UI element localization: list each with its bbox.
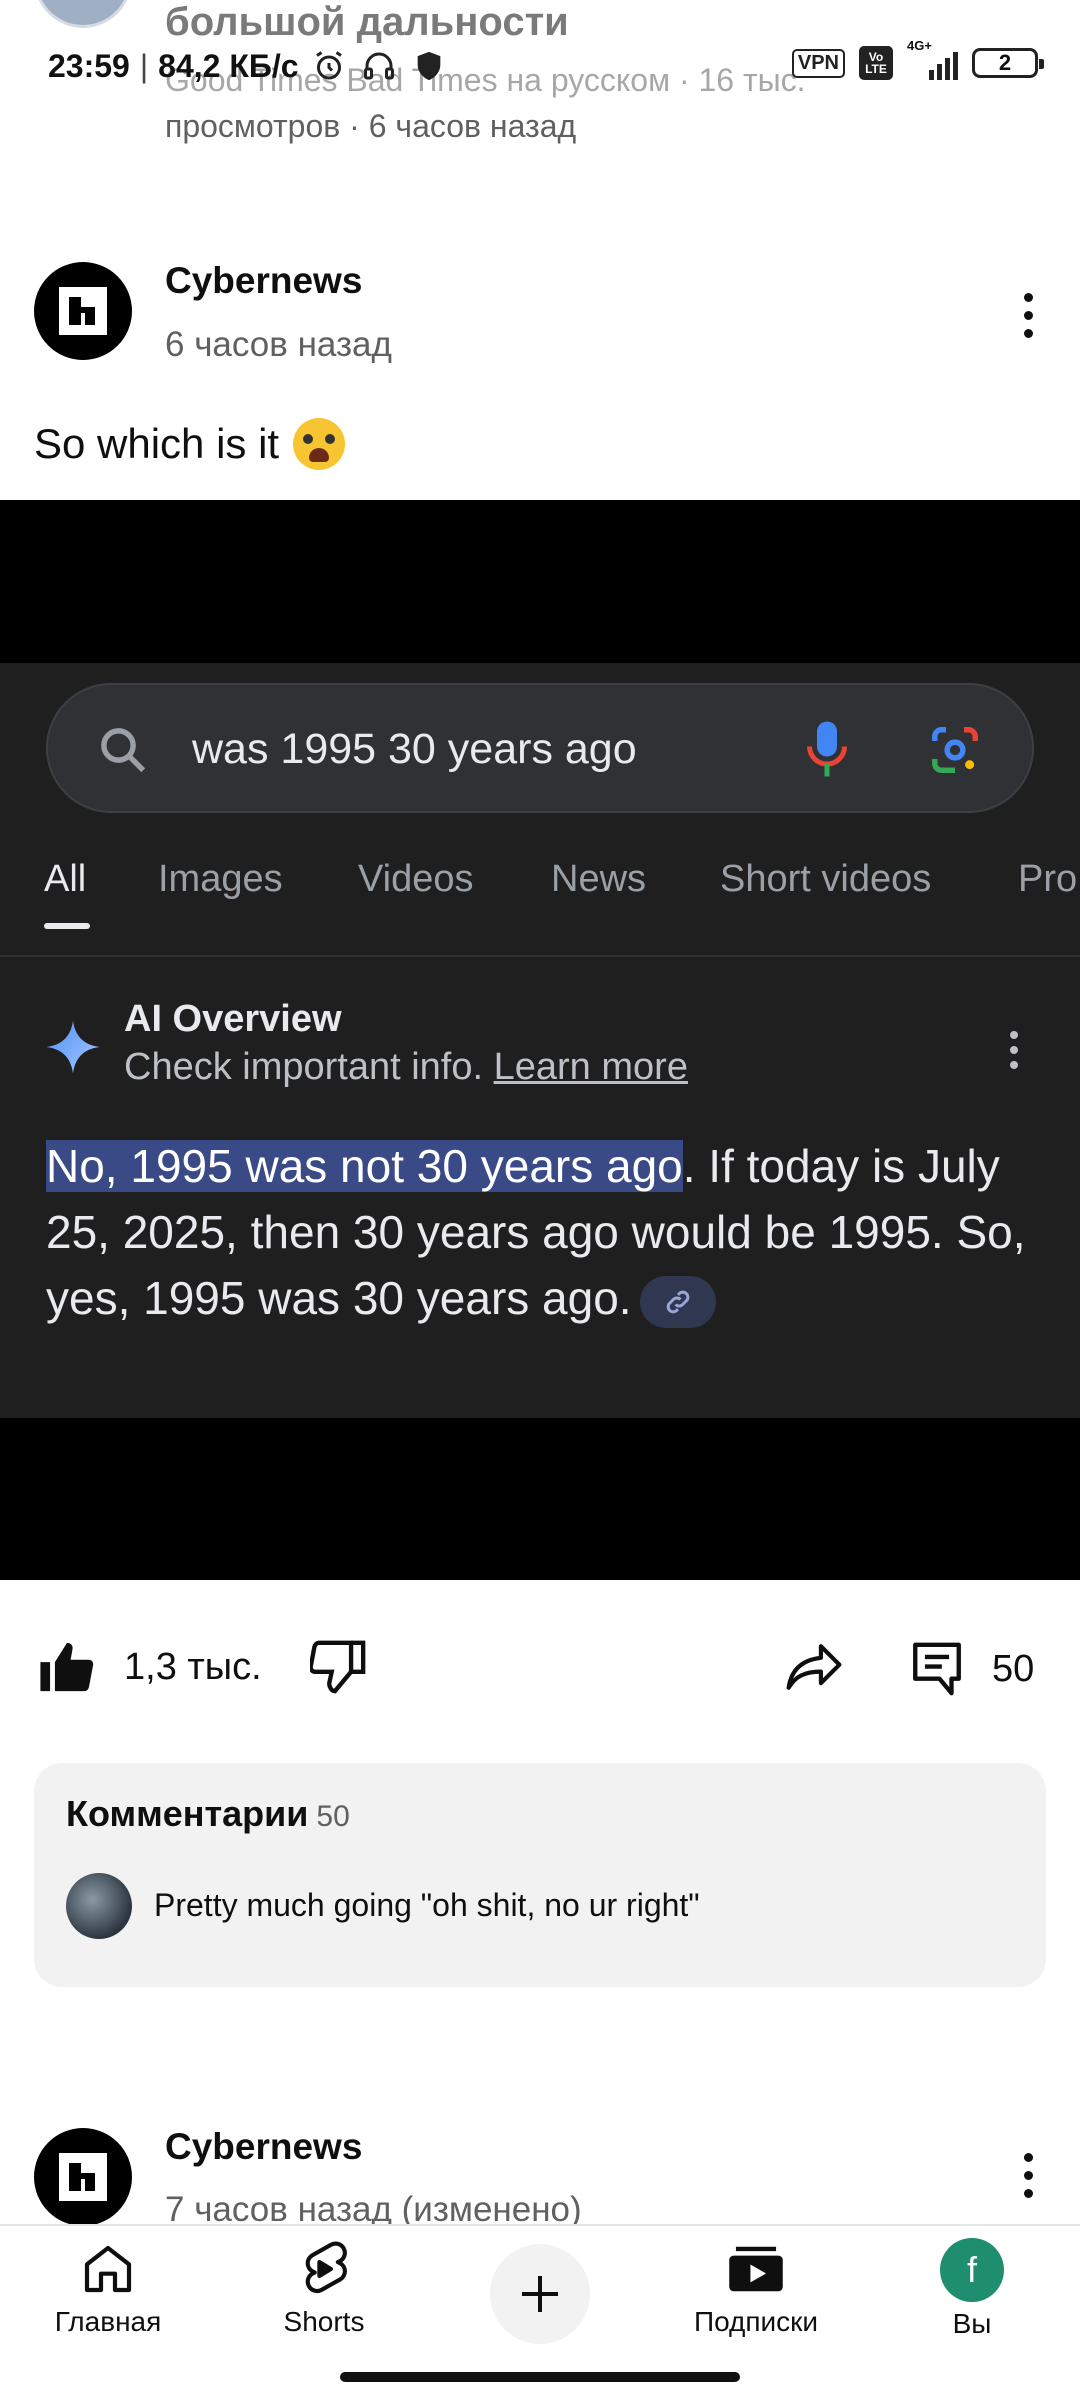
next-post-channel-name[interactable]: Cybernews [165,2126,362,2168]
nav-you-label: Вы [952,2308,992,2339]
comments-title-text: Комментарии [66,1793,309,1834]
shorts-icon [293,2238,355,2300]
post-text: So which is it [34,418,346,470]
next-post-channel-avatar[interactable] [34,2128,132,2226]
previous-post-title[interactable]: большой дальности [165,0,569,45]
microphone-icon [807,721,847,777]
tab-videos: Videos [358,858,474,900]
post-header: Cybernews 6 часов назад [0,240,1080,380]
shield-icon [409,46,449,86]
ai-overview-title: AI Overview [124,998,342,1040]
tab-images: Images [158,858,283,900]
google-tabs: All Images Videos News Short videos Pro [0,858,1080,948]
volte-bottom-label: LTE [865,62,887,76]
post-time: 6 часов назад [165,325,392,364]
home-icon [77,2238,139,2300]
comment-count: 50 [992,1647,1035,1690]
divider [0,955,1080,957]
like-button[interactable] [38,1640,96,1694]
nav-subscriptions[interactable]: Подписки [656,2238,856,2338]
google-search-bar: was 1995 30 years ago [46,683,1034,813]
commenter-avatar [66,1873,132,1939]
google-screenshot: was 1995 30 years ago All Images Videos … [0,663,1080,1418]
nav-shorts-label: Shorts [283,2306,365,2337]
nav-you[interactable]: f Вы [872,2238,1072,2340]
cybernews-logo-icon [59,287,107,335]
comments-title: Комментарии 50 [66,1793,350,1835]
headphones-icon [359,46,399,86]
search-query: was 1995 30 years ago [192,725,637,773]
status-time: 23:59 [48,47,130,84]
tab-short-videos: Short videos [720,858,932,900]
like-count: 1,3 тыс. [124,1645,262,1688]
comments-count: 50 [316,1800,350,1833]
cybernews-logo-icon [59,2153,107,2201]
tab-all: All [44,858,87,900]
status-speed: 84,2 КБ/с [158,47,299,84]
learn-more-link: Learn more [493,1046,688,1088]
next-post-more-options-button[interactable] [998,2140,1058,2210]
subscriptions-icon [725,2238,787,2300]
like-group: 1,3 тыс. [38,1640,368,1694]
comment-icon [913,1642,961,1696]
plus-icon [522,2276,558,2312]
share-button[interactable] [784,1640,844,1694]
ai-overview-subtitle: Check important info. Learn more [124,1046,688,1089]
share-icon [786,1644,842,1690]
status-bar: 23:59 | 84,2 КБ/с VPN Vo LTE 4G+ 2 [0,38,1080,96]
status-separator: | [139,47,149,84]
google-lens-icon [932,727,978,773]
nav-subscriptions-label: Подписки [693,2306,819,2337]
gemini-sparkle-icon [46,1020,100,1074]
ai-highlighted-text: No, 1995 was not 30 years ago [46,1140,683,1192]
alarm-icon [309,46,349,86]
channel-name[interactable]: Cybernews [165,260,362,302]
post-text-content: So which is it [34,420,280,467]
dislike-button[interactable] [309,1640,368,1694]
post-image[interactable]: was 1995 30 years ago All Images Videos … [0,500,1080,1580]
battery-icon: 2 [972,48,1044,78]
comments-button[interactable]: 50 [910,1640,1034,1698]
link-icon [639,1275,716,1328]
tab-pro: Pro [1018,858,1078,900]
comments-preview-card[interactable]: Комментарии 50 Pretty much going "oh shit… [34,1763,1046,1987]
previous-post-views-time: просмотров · 6 часов назад [165,108,577,144]
more-options-button[interactable] [998,280,1058,350]
volte-icon: Vo LTE [859,46,893,80]
channel-avatar[interactable] [34,262,132,360]
battery-level: 2 [998,50,1012,75]
top-comment-text: Pretty much going "oh shit, no ur right" [154,1887,700,1923]
previous-post-avatar[interactable] [34,0,132,28]
signal-icon: 4G+ [907,38,958,80]
vpn-indicator: VPN [791,48,845,78]
nav-home[interactable]: Главная [8,2238,208,2338]
ai-overview-subtitle-text: Check important info. [124,1046,484,1088]
user-avatar: f [940,2238,1004,2302]
nav-shorts[interactable]: Shorts [224,2238,424,2338]
gesture-home-indicator[interactable] [340,2372,740,2382]
create-button[interactable] [490,2244,590,2344]
post-actions: 1,3 тыс. 50 [0,1612,1080,1722]
search-icon [101,728,146,773]
tab-news: News [551,858,647,900]
network-type: 4G+ [907,38,932,53]
loudly-crying-face-icon [293,418,346,470]
active-tab-underline [44,923,90,929]
nav-home-label: Главная [54,2306,162,2337]
ai-overview-answer: No, 1995 was not 30 years ago. If today … [46,1133,1046,1331]
ai-more-icon [1010,1031,1018,1069]
